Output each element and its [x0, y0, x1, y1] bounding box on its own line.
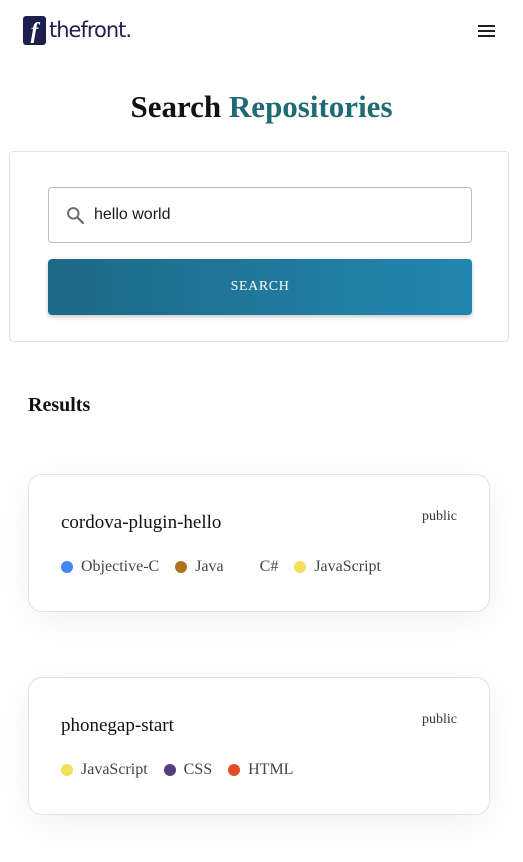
- language-name: C#: [259, 558, 279, 575]
- language-list: JavaScript CSS HTML: [61, 760, 309, 780]
- repo-name[interactable]: cordova-plugin-hello: [61, 511, 221, 535]
- language-name: JavaScript: [81, 761, 148, 778]
- page-title: Search Repositories: [0, 86, 523, 128]
- language-name: CSS: [183, 761, 213, 778]
- app-header: f thefront.: [0, 0, 523, 62]
- page-title-accent: Repositories: [228, 89, 393, 124]
- language-color-dot: [61, 561, 73, 573]
- repo-name[interactable]: phonegap-start: [61, 714, 174, 738]
- language-name: Java: [195, 558, 224, 575]
- search-field: [48, 187, 472, 243]
- language-color-dot: [239, 561, 252, 573]
- language-color-dot: [175, 561, 188, 573]
- language-color-dot: [61, 764, 73, 776]
- results-heading: Results: [28, 394, 91, 416]
- repo-card[interactable]: cordova-plugin-hello public Objective-C …: [28, 474, 490, 612]
- hamburger-menu-icon[interactable]: [477, 22, 497, 40]
- language-name: HTML: [248, 761, 294, 778]
- language-item: JavaScript: [61, 760, 148, 780]
- language-item: JavaScript: [294, 557, 381, 577]
- search-panel: Search: [9, 151, 509, 342]
- language-color-dot: [163, 764, 176, 776]
- language-item: HTML: [228, 760, 293, 780]
- language-name: JavaScript: [314, 558, 381, 575]
- language-list: Objective-C Java C# JavaScript: [61, 557, 397, 577]
- language-item: Objective-C: [61, 557, 159, 577]
- language-color-dot: [294, 561, 307, 573]
- logo-mark-icon: f: [23, 16, 46, 45]
- repo-visibility-badge: public: [422, 509, 457, 524]
- search-button[interactable]: Search: [48, 259, 472, 315]
- repo-card[interactable]: phonegap-start public JavaScript CSS HTM…: [28, 677, 490, 815]
- language-item: Java: [175, 557, 224, 577]
- brand-logo[interactable]: f thefront.: [23, 16, 132, 45]
- page-title-prefix: Search: [130, 89, 222, 124]
- search-icon: [67, 207, 85, 225]
- logo-text: thefront.: [49, 18, 132, 42]
- language-item: C#: [239, 557, 279, 577]
- repo-visibility-badge: public: [422, 712, 457, 727]
- search-input[interactable]: [94, 188, 464, 242]
- language-color-dot: [228, 764, 241, 776]
- language-name: Objective-C: [81, 558, 160, 575]
- language-item: CSS: [163, 760, 213, 780]
